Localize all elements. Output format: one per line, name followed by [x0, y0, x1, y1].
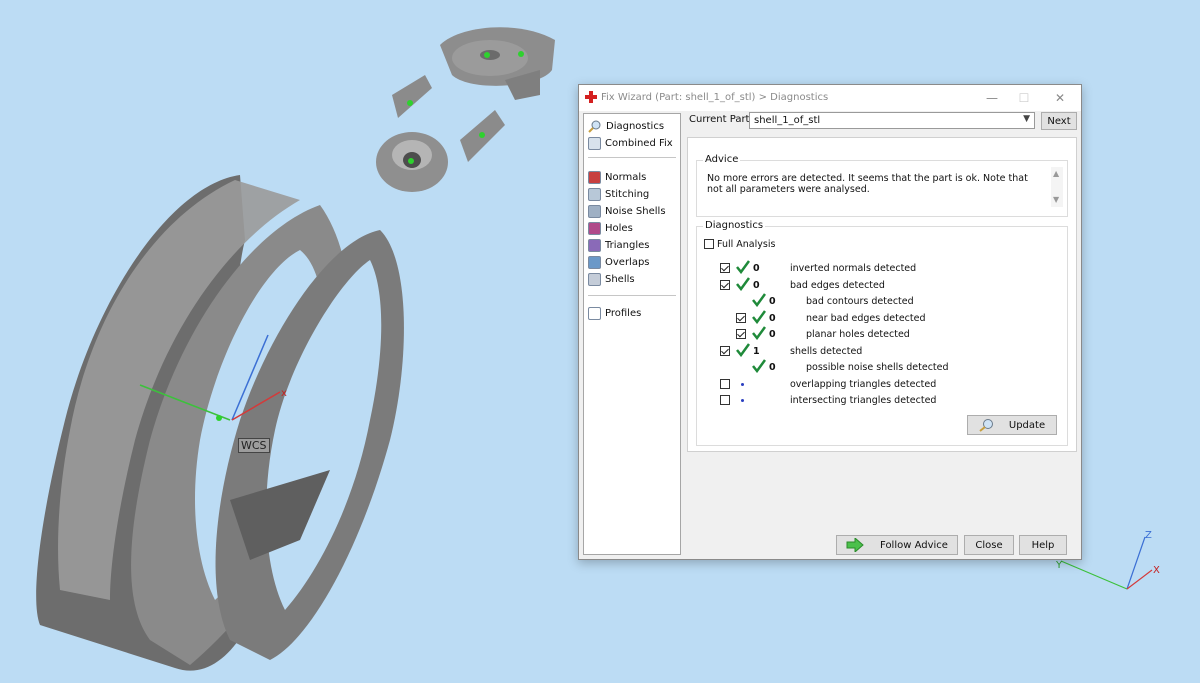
- combined-fix-icon: [588, 136, 601, 150]
- shells-checkbox[interactable]: [720, 346, 730, 356]
- nav-item-stitching[interactable]: Stitching: [588, 186, 676, 202]
- nav-divider: [588, 295, 676, 296]
- check-icon: [736, 343, 750, 357]
- overlapping-triangles-label: overlapping triangles detected: [790, 379, 937, 390]
- diagnostics-title: Diagnostics: [703, 220, 766, 231]
- nav-item-combined-fix[interactable]: Combined Fix: [588, 135, 676, 151]
- nav-item-normals[interactable]: Normals: [588, 169, 676, 185]
- pending-dot-icon: [741, 399, 744, 402]
- advice-text: No more errors are detected. It seems th…: [707, 173, 1028, 195]
- noise-shells-count: 0: [769, 362, 776, 373]
- z-axis-label: Z: [1145, 530, 1152, 541]
- magnifier-icon: [588, 120, 601, 133]
- advice-group: Advice No more errors are detected. It s…: [696, 154, 1068, 217]
- overlapping-triangles-checkbox[interactable]: [720, 379, 730, 389]
- check-icon: [752, 293, 766, 307]
- planar-holes-label: planar holes detected: [806, 329, 910, 340]
- near-bad-edges-checkbox[interactable]: [736, 313, 746, 323]
- planar-holes-checkbox[interactable]: [736, 329, 746, 339]
- nav-item-holes[interactable]: Holes: [588, 220, 676, 236]
- fix-wizard-icon: [585, 91, 597, 103]
- check-icon: [736, 277, 750, 291]
- noise-shells-label: possible noise shells detected: [806, 362, 949, 373]
- bad-contours-count: 0: [769, 296, 776, 307]
- follow-advice-button[interactable]: Follow Advice: [836, 535, 958, 555]
- holes-icon: [588, 221, 601, 235]
- check-icon: [752, 326, 766, 340]
- exploded-parts[interactable]: [376, 27, 555, 192]
- planar-holes-count: 0: [769, 329, 776, 340]
- pending-dot-icon: [741, 383, 744, 386]
- full-analysis-checkbox[interactable]: [704, 239, 714, 249]
- diagnostics-panel: Advice No more errors are detected. It s…: [687, 137, 1077, 452]
- current-part-select[interactable]: shell_1_of_stl ▼: [749, 112, 1035, 129]
- wcs-label: WCS: [238, 438, 270, 453]
- x-axis-label: X: [1153, 565, 1160, 576]
- nav-item-noise-shells[interactable]: Noise Shells: [588, 203, 676, 219]
- nav-item-shells[interactable]: Shells: [588, 271, 676, 287]
- fix-wizard-dialog: Fix Wizard (Part: shell_1_of_stl) > Diag…: [578, 84, 1082, 560]
- dialog-titlebar[interactable]: Fix Wizard (Part: shell_1_of_stl) > Diag…: [579, 85, 1081, 111]
- bad-edges-count: 0: [753, 280, 760, 291]
- triangles-icon: [588, 238, 601, 252]
- bad-edges-label: bad edges detected: [790, 280, 885, 291]
- close-window-button[interactable]: ✕: [1045, 88, 1075, 108]
- near-bad-edges-count: 0: [769, 313, 776, 324]
- dialog-title: Fix Wizard (Part: shell_1_of_stl) > Diag…: [601, 92, 829, 103]
- inverted-normals-checkbox[interactable]: [720, 263, 730, 273]
- normals-icon: [588, 170, 601, 184]
- stitching-icon: [588, 187, 601, 201]
- bad-contours-label: bad contours detected: [806, 296, 914, 307]
- inverted-normals-count: 0: [753, 263, 760, 274]
- inverted-normals-label: inverted normals detected: [790, 263, 917, 274]
- diagnostics-group: Diagnostics Full Analysis 0 inverted nor…: [696, 220, 1068, 446]
- magnifier-icon: [979, 419, 993, 432]
- bad-edges-checkbox[interactable]: [720, 280, 730, 290]
- current-part-value: shell_1_of_stl: [754, 115, 821, 126]
- nav-item-overlaps[interactable]: Overlaps: [588, 254, 676, 270]
- noise-shells-icon: [588, 204, 601, 218]
- maximize-button[interactable]: ☐: [1009, 88, 1039, 108]
- shells-count: 1: [753, 346, 760, 357]
- profiles-icon: [588, 306, 601, 320]
- shells-label: shells detected: [790, 346, 863, 357]
- next-button[interactable]: Next: [1041, 112, 1077, 130]
- advice-scrollbar[interactable]: ▲ ▼: [1051, 167, 1063, 207]
- arrow-right-icon: [846, 538, 864, 552]
- y-axis-label: Y: [1055, 560, 1063, 571]
- intersecting-triangles-label: intersecting triangles detected: [790, 395, 937, 406]
- nav-item-diagnostics[interactable]: Diagnostics: [588, 118, 676, 134]
- local-x-axis-label: x: [281, 388, 287, 399]
- nav-item-triangles[interactable]: Triangles: [588, 237, 676, 253]
- check-icon: [752, 310, 766, 324]
- check-icon: [752, 359, 766, 373]
- shells-icon: [588, 272, 601, 286]
- ring-part[interactable]: x: [36, 175, 404, 671]
- advice-title: Advice: [703, 154, 741, 165]
- near-bad-edges-label: near bad edges detected: [806, 313, 926, 324]
- intersecting-triangles-checkbox[interactable]: [720, 395, 730, 405]
- nav-divider: [588, 157, 676, 158]
- chevron-down-icon: ▼: [1023, 114, 1030, 124]
- nav-item-profiles[interactable]: Profiles: [588, 305, 676, 321]
- full-analysis-label: Full Analysis: [717, 239, 776, 250]
- wizard-nav: Diagnostics Combined Fix Normals Stitchi…: [583, 113, 681, 555]
- minimize-button[interactable]: —: [977, 88, 1007, 108]
- overlaps-icon: [588, 255, 601, 269]
- current-part-label: Current Part:: [689, 114, 753, 125]
- help-button[interactable]: Help: [1019, 535, 1067, 555]
- close-button[interactable]: Close: [964, 535, 1014, 555]
- update-button[interactable]: Update: [967, 415, 1057, 435]
- check-icon: [736, 260, 750, 274]
